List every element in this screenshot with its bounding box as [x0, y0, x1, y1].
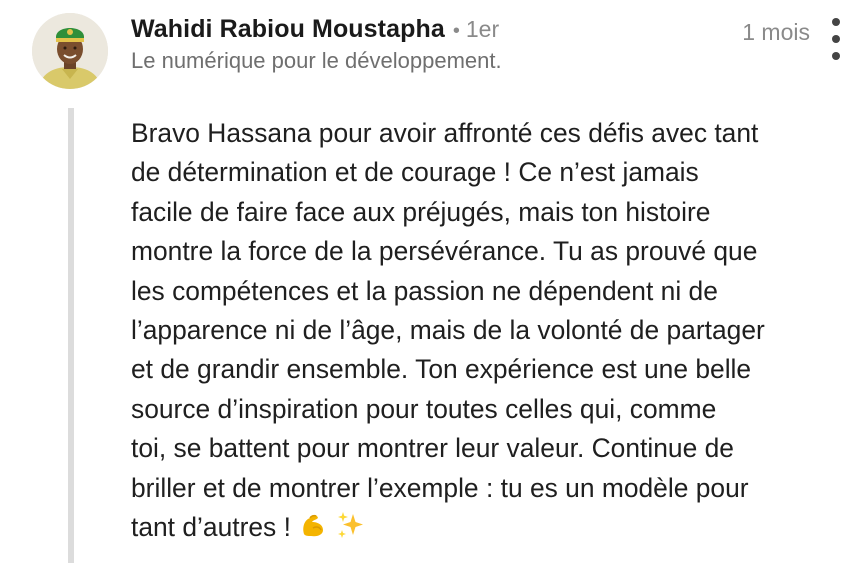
comment-line: facile de faire face aux préjugés, mais … [131, 196, 711, 227]
menu-dot [832, 52, 840, 60]
comment-line: de détermination et de courage ! Ce n’es… [131, 157, 699, 188]
comment-line: briller et de montrer l’exemple : tu es … [131, 472, 749, 503]
comment-line: les compétences et la passion ne dépende… [131, 275, 718, 306]
comment-line: Bravo Hassana pour avoir affronté ces dé… [131, 118, 759, 148]
author-line: Wahidi Rabiou Moustapha • 1er [131, 15, 831, 44]
comment-line: l’apparence ni de l’âge, mais de la volo… [131, 315, 765, 346]
comment-line: et de grandir ensemble. Ton expérience e… [131, 354, 752, 385]
author-name[interactable]: Wahidi Rabiou Moustapha [131, 15, 445, 44]
avatar[interactable] [32, 13, 108, 89]
more-vert-icon[interactable] [823, 14, 849, 64]
comment-body: Bravo Hassana pour avoir affronté ces dé… [131, 114, 851, 547]
comment-line: source d’inspiration pour toutes celles … [131, 393, 717, 424]
comment-line: tant d’autres ! [131, 512, 291, 543]
comment-timestamp: 1 mois [742, 19, 810, 45]
comment-card: Wahidi Rabiou Moustapha • 1er Le numériq… [0, 0, 857, 563]
flexed-biceps-icon [303, 514, 324, 537]
separator-dot: • [452, 20, 460, 42]
author-headline: Le numérique pour le développement. [131, 48, 502, 73]
thread-line [68, 108, 74, 563]
menu-dot [832, 35, 840, 43]
comment-line: montre la force de la persévérance. Tu a… [131, 236, 758, 267]
connection-degree: 1er [465, 16, 500, 42]
avatar-photo [32, 13, 108, 89]
comment-header: Wahidi Rabiou Moustapha • 1er Le numériq… [131, 15, 831, 74]
sparkles-icon [337, 512, 363, 539]
comment-line: toi, se battent pour montrer leur valeur… [131, 433, 734, 464]
menu-dot [832, 18, 840, 26]
comment-last-line: tant d’autres ! [131, 508, 851, 547]
